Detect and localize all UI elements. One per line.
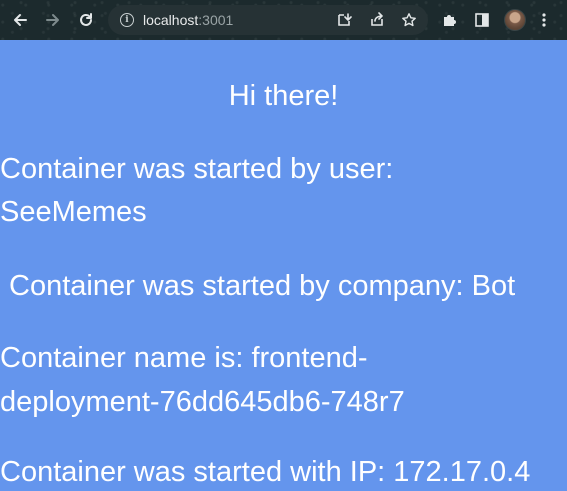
url-text[interactable]: localhost:3001 bbox=[143, 12, 233, 28]
more-menu-icon[interactable] bbox=[532, 8, 556, 32]
greeting-heading: Hi there! bbox=[228, 80, 339, 112]
container-ip-line: Container was started with IP: 172.17.0.… bbox=[0, 456, 531, 488]
user-value: SeeMemes bbox=[0, 196, 147, 228]
browser-toolbar: i localhost:3001 bbox=[0, 0, 567, 40]
container-name-label: Container name is: frontend- bbox=[0, 342, 368, 374]
reload-icon[interactable] bbox=[74, 8, 98, 32]
company-line: Container was started by company: Bot bbox=[9, 270, 516, 302]
site-info-icon[interactable]: i bbox=[120, 13, 134, 27]
url-port: :3001 bbox=[198, 12, 234, 28]
container-name-value: deployment-76dd645db6-748r7 bbox=[0, 386, 405, 418]
share-icon[interactable] bbox=[365, 8, 389, 32]
profile-avatar[interactable] bbox=[504, 9, 526, 31]
url-host: localhost bbox=[143, 12, 199, 28]
address-bar[interactable]: i localhost:3001 bbox=[108, 5, 428, 35]
extensions-puzzle-icon[interactable] bbox=[438, 8, 462, 32]
user-label: Container was started by user: bbox=[0, 153, 394, 185]
back-arrow-icon[interactable] bbox=[8, 8, 32, 32]
bookmark-star-icon[interactable] bbox=[397, 8, 421, 32]
install-app-icon[interactable] bbox=[332, 8, 356, 32]
forward-arrow-icon[interactable] bbox=[41, 8, 65, 32]
side-panel-icon[interactable] bbox=[470, 8, 494, 32]
